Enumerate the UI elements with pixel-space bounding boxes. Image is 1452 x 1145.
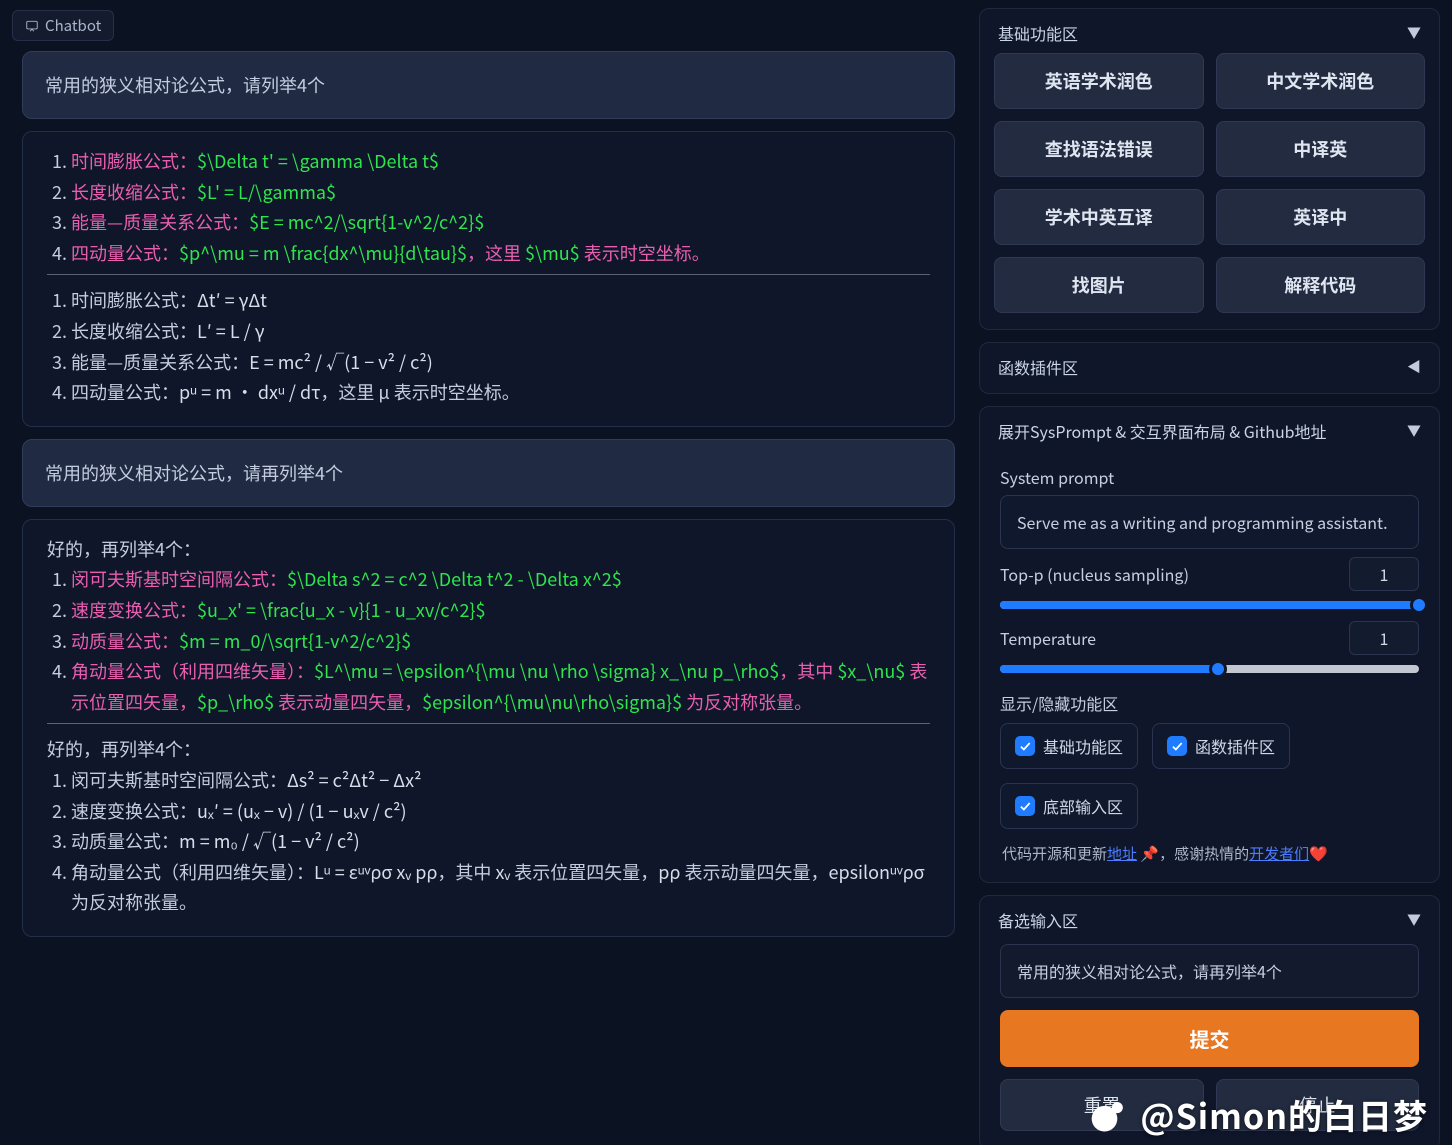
- check-icon: [1015, 796, 1035, 816]
- checkbox-plugin-panel[interactable]: 函数插件区: [1152, 723, 1290, 769]
- tab-label: Chatbot: [45, 15, 101, 36]
- check-icon: [1015, 736, 1035, 756]
- reset-button[interactable]: 重置: [1000, 1079, 1204, 1131]
- fn-button-find-image[interactable]: 找图片: [994, 257, 1204, 313]
- check-icon: [1167, 736, 1187, 756]
- chevron-left-icon[interactable]: ◀: [1407, 357, 1421, 377]
- fn-button-explain-code[interactable]: 解释代码: [1216, 257, 1426, 313]
- temperature-value[interactable]: 1: [1349, 621, 1419, 655]
- developers-link[interactable]: 开发者们: [1249, 843, 1309, 864]
- fn-button-chinese-polish[interactable]: 中文学术润色: [1216, 53, 1426, 109]
- topp-label: Top-p (nucleus sampling): [1000, 562, 1189, 586]
- panel-plugins: 函数插件区 ◀: [979, 342, 1440, 394]
- panel-title: 基础功能区: [998, 21, 1078, 45]
- visibility-label: 显示/隐藏功能区: [1000, 691, 1419, 715]
- chat-bot-message: 时间膨胀公式：$\Delta t' = \gamma \Delta t$ 长度收…: [22, 131, 955, 427]
- temperature-slider[interactable]: [1000, 665, 1419, 673]
- chevron-down-icon[interactable]: ▼: [1407, 910, 1421, 930]
- panel-title: 展开SysPrompt & 交互界面布局 & Github地址: [998, 419, 1327, 443]
- fn-button-en2zh[interactable]: 英译中: [1216, 189, 1426, 245]
- fn-button-academic-translate[interactable]: 学术中英互译: [994, 189, 1204, 245]
- chevron-down-icon[interactable]: ▼: [1407, 421, 1421, 441]
- chat-icon: [25, 19, 39, 33]
- chat-user-message: 常用的狭义相对论公式，请再列举4个: [22, 439, 955, 507]
- repo-link[interactable]: 地址: [1107, 843, 1137, 864]
- alt-input-field[interactable]: 常用的狭义相对论公式，请再列举4个: [1000, 944, 1419, 998]
- sysprompt-label: System prompt: [1000, 465, 1419, 489]
- panel-alt-input: 备选输入区 ▼ 常用的狭义相对论公式，请再列举4个 提交 重置 停止: [979, 895, 1440, 1145]
- footer-links: 代码开源和更新地址 📌，感谢热情的开发者们❤️: [1000, 843, 1419, 864]
- checkbox-bottom-input[interactable]: 底部输入区: [1000, 783, 1138, 829]
- sysprompt-input[interactable]: Serve me as a writing and programming as…: [1000, 495, 1419, 549]
- checkbox-basic-panel[interactable]: 基础功能区: [1000, 723, 1138, 769]
- chat-bot-message: 好的，再列举4个： 闵可夫斯基时空间隔公式：$\Delta s^2 = c^2 …: [22, 519, 955, 937]
- topp-value[interactable]: 1: [1349, 557, 1419, 591]
- fn-button-zh2en[interactable]: 中译英: [1216, 121, 1426, 177]
- fn-button-english-polish[interactable]: 英语学术润色: [994, 53, 1204, 109]
- panel-advanced: 展开SysPrompt & 交互界面布局 & Github地址 ▼ System…: [979, 406, 1440, 883]
- panel-title: 函数插件区: [998, 355, 1078, 379]
- topp-slider[interactable]: [1000, 601, 1419, 609]
- chat-user-message: 常用的狭义相对论公式，请列举4个: [22, 51, 955, 119]
- stop-button[interactable]: 停止: [1216, 1079, 1420, 1131]
- fn-button-grammar-check[interactable]: 查找语法错误: [994, 121, 1204, 177]
- temperature-label: Temperature: [1000, 626, 1096, 650]
- panel-basic: 基础功能区 ▼ 英语学术润色 中文学术润色 查找语法错误 中译英 学术中英互译 …: [979, 8, 1440, 330]
- panel-title: 备选输入区: [998, 908, 1078, 932]
- submit-button[interactable]: 提交: [1000, 1010, 1419, 1067]
- chevron-down-icon[interactable]: ▼: [1407, 23, 1421, 43]
- tab-chatbot[interactable]: Chatbot: [12, 10, 114, 41]
